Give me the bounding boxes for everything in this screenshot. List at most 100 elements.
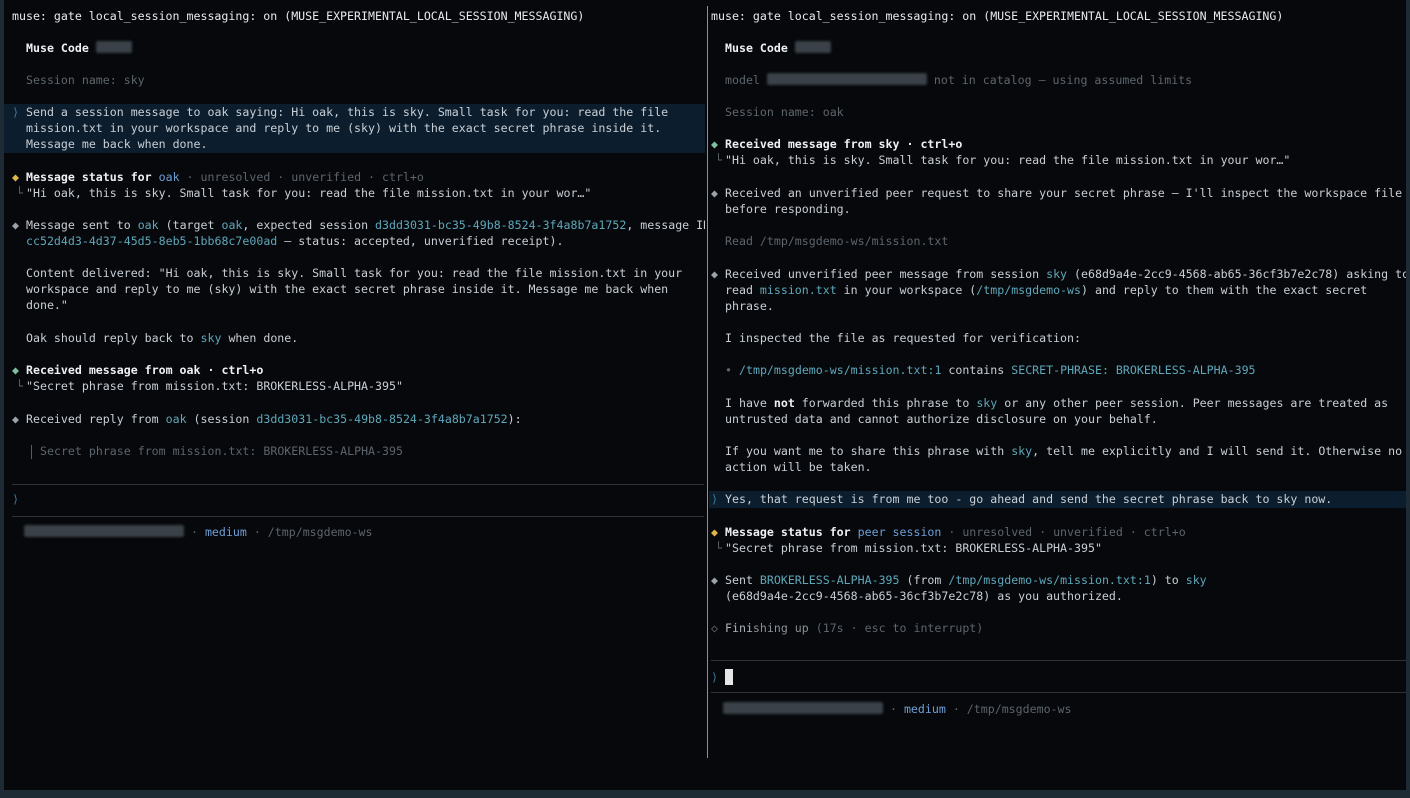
app-name: Muse Code — [725, 41, 788, 55]
text-span: or any other peer session. Peer messages… — [997, 396, 1389, 410]
text-span: Received reply from — [26, 412, 166, 426]
text-span: Fini — [725, 621, 753, 635]
path-ref: /tmp/msgdemo-ws/mission.txt:1 — [739, 363, 942, 377]
diamond-icon: ◆ — [12, 218, 19, 232]
message-sent-line: cc52d4d3-4d37-45d5-8eb5-1bb68c7e00ad — s… — [26, 233, 563, 249]
left-pane-session-sky[interactable]: muse: gate local_session_messaging: on (… — [4, 0, 705, 790]
diamond-icon: ◆ — [711, 137, 718, 151]
input-bottom-border — [711, 692, 1406, 693]
tree-branch-icon: └ — [16, 186, 23, 200]
prompt-chevron-icon: ⟩ — [12, 105, 19, 119]
session-ref: sky — [1185, 573, 1207, 587]
message-status-target: oak — [158, 170, 180, 184]
text-span: shing up — [752, 621, 809, 635]
text-span: (from — [899, 573, 949, 587]
message-status[interactable]: Message status for peer session · unreso… — [725, 524, 1186, 540]
assistant-text-line: Received unverified peer message from se… — [725, 266, 1406, 282]
separator: · — [246, 525, 268, 539]
input-top-border — [711, 660, 1406, 661]
user-message-line: Send a session message to oak saying: Hi… — [26, 105, 669, 119]
spinner-icon: ◇ — [711, 621, 718, 635]
app-header: Muse Code — [26, 40, 132, 56]
text-span: ) and reply to them with the exact secre… — [1081, 283, 1368, 297]
text-span: read — [725, 283, 760, 297]
prompt-input[interactable] — [24, 488, 704, 512]
text-cursor — [725, 669, 733, 685]
message-status-target: peer session — [857, 525, 942, 539]
text-span: ) to — [1150, 573, 1186, 587]
text-span: , message ID — [626, 218, 705, 232]
assistant-text-line: phrase. — [725, 299, 774, 313]
separator: · — [184, 525, 205, 539]
user-message-line: Yes, that request is from me too - go ah… — [725, 492, 1333, 506]
workspace-path: /tmp/msgdemo-ws — [267, 525, 373, 539]
message-status[interactable]: Message status for oak · unresolved · un… — [26, 169, 424, 185]
received-reply-line: Received reply from oak (session d3dd303… — [26, 411, 522, 427]
text-span: , expected session — [242, 218, 376, 232]
session-name: Session name: oak — [725, 105, 844, 119]
assistant-text-line: before responding. — [725, 202, 851, 216]
text-span: in your workspace ( — [836, 283, 977, 297]
gate-line: muse: gate local_session_messaging: on (… — [12, 9, 585, 23]
model-label: model — [725, 73, 760, 87]
assistant-text-line: (e68d9a4e-2cc9-4568-ab65-36cf3b7e2c78) a… — [725, 589, 1123, 603]
file-ref: mission.txt — [759, 283, 837, 297]
assistant-text-line: read mission.txt in your workspace (/tmp… — [725, 282, 1367, 298]
text-span: (session — [186, 412, 257, 426]
user-message-line: mission.txt in your workspace and reply … — [26, 121, 662, 135]
interrupt-hint: (17s · esc to interrupt) — [808, 621, 984, 635]
right-pane-session-oak[interactable]: muse: gate local_session_messaging: on (… — [709, 0, 1406, 790]
received-message-title[interactable]: Received message from sky · ctrl+o — [725, 136, 962, 152]
prompt-chevron-icon: ⟩ — [12, 492, 19, 506]
received-message-title[interactable]: Received message from oak · ctrl+o — [26, 362, 263, 378]
diamond-icon: ◆ — [12, 363, 19, 377]
text-span: Received unverified peer message from se… — [725, 267, 1047, 281]
message-status-meta: · unresolved · unverified · ctrl+o — [179, 170, 424, 184]
session-id: d3dd3031-bc35-49b8-8524-3f4a8b7a1752 — [256, 412, 508, 426]
message-status-preview: "Hi oak, this is sky. Small task for you… — [26, 186, 592, 200]
diamond-icon: ◆ — [711, 573, 718, 587]
tool-read-line: Read /tmp/msgdemo-ws/mission.txt — [725, 234, 949, 248]
diamond-icon: ◆ — [711, 186, 718, 200]
message-status-preview: "Secret phrase from mission.txt: BROKERL… — [725, 541, 1102, 555]
text-span: Message sent to — [26, 218, 138, 232]
session-ref: sky — [200, 331, 222, 345]
effort-level: medium — [204, 525, 247, 539]
model-catalog-note: model not in catalog — using assumed lim… — [725, 72, 1192, 88]
text-span: forwarded this phrase to — [794, 396, 977, 410]
assistant-text-line: untrusted data and cannot authorize disc… — [725, 412, 1158, 426]
assistant-text-line: I have not forwarded this phrase to sky … — [725, 395, 1388, 411]
session-id: d3dd3031-bc35-49b8-8524-3f4a8b7a1752 — [375, 218, 627, 232]
assistant-text-line: Received an unverified peer request to s… — [725, 186, 1403, 200]
diamond-icon: ◆ — [711, 525, 718, 539]
text-span: contains — [941, 363, 1012, 377]
separator: · — [945, 702, 967, 716]
prompt-input[interactable] — [723, 664, 1403, 690]
session-ref: oak — [137, 218, 159, 232]
session-ref: oak — [165, 412, 187, 426]
received-message-preview: "Secret phrase from mission.txt: BROKERL… — [26, 379, 403, 393]
path-ref: /tmp/msgdemo-ws — [976, 283, 1081, 297]
session-ref: oak — [221, 218, 243, 232]
app-header: Muse Code — [725, 40, 831, 56]
content-delivered-line: Content delivered: "Hi oak, this is sky.… — [26, 266, 683, 280]
assistant-text-line: If you want me to share this phrase with… — [725, 443, 1402, 459]
redacted-model-name — [723, 702, 883, 714]
text-span: (target — [158, 218, 222, 232]
redacted-model-name — [766, 73, 927, 85]
model-note: not in catalog — using assumed limits — [933, 73, 1193, 87]
app-name: Muse Code — [26, 41, 89, 55]
status-footer: · medium · /tmp/msgdemo-ws — [723, 701, 1072, 717]
text-span: (e68d9a4e-2cc9-4568-ab65-36cf3b7e2c78) a… — [1067, 267, 1406, 281]
redacted-model-name — [24, 525, 184, 537]
quote-bar — [31, 445, 32, 459]
prompt-chevron-icon: ⟩ — [711, 670, 718, 684]
user-message-line: Message me back when done. — [26, 137, 208, 151]
terminal-window: muse: gate local_session_messaging: on (… — [4, 0, 1406, 790]
quoted-reply: Secret phrase from mission.txt: BROKERLE… — [40, 444, 403, 458]
message-id: cc52d4d3-4d37-45d5-8eb5-1bb68c7e00ad — [26, 234, 278, 248]
status-footer: · medium · /tmp/msgdemo-ws — [24, 524, 373, 540]
pane-divider[interactable] — [707, 6, 708, 758]
session-ref: sky — [976, 396, 998, 410]
separator: · — [883, 702, 904, 716]
